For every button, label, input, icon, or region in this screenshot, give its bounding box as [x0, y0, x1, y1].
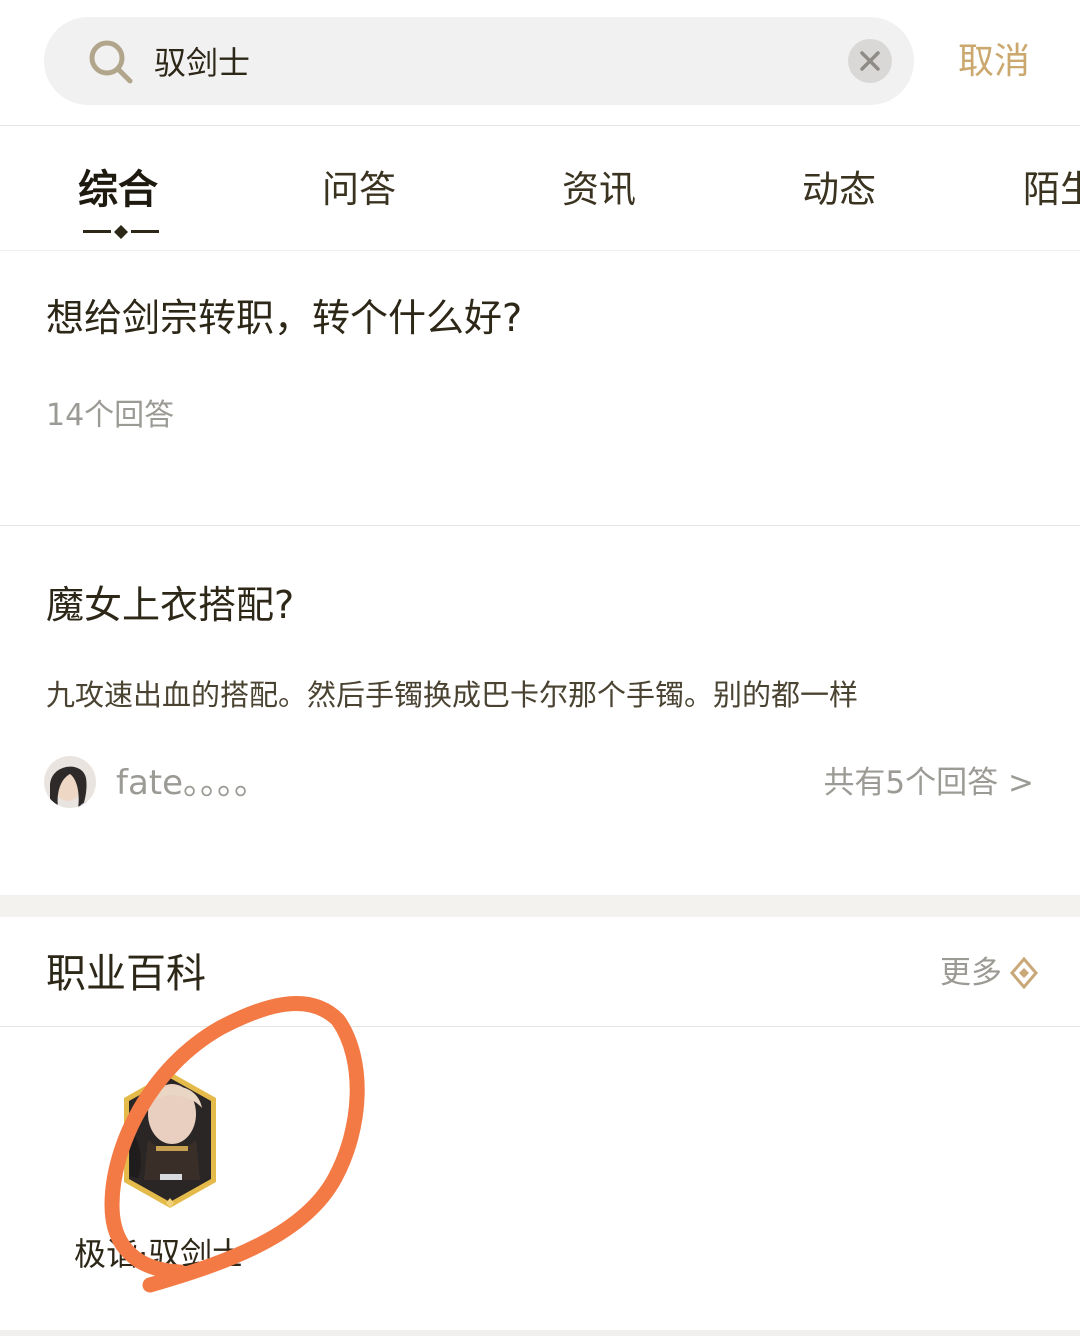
tab-strangers[interactable]: 陌生	[1023, 164, 1080, 216]
active-tab-indicator	[83, 225, 159, 239]
result-title[interactable]: 魔女上衣搭配?	[46, 577, 294, 633]
diamond-arrow-icon[interactable]	[1010, 956, 1038, 990]
answer-count: 14个回答	[46, 398, 175, 433]
search-input[interactable]	[154, 17, 834, 105]
bottom-rule	[0, 1330, 1080, 1336]
class-portrait	[124, 1072, 216, 1208]
search-box[interactable]	[44, 17, 914, 105]
close-icon[interactable]	[848, 39, 892, 83]
view-answers-link[interactable]: 共有5个回答 >	[823, 762, 1034, 804]
section-separator	[0, 895, 1080, 917]
tab-news[interactable]: 资讯	[562, 164, 636, 216]
class-card[interactable]: 极诣·驭剑士	[60, 1062, 280, 1292]
avatar[interactable]	[44, 756, 96, 808]
cancel-button[interactable]: 取消	[958, 36, 1038, 88]
more-button[interactable]: 更多	[940, 952, 1002, 994]
tab-all[interactable]: 综合	[78, 164, 158, 216]
tab-bar: 综合 问答 资讯 动态 陌生	[0, 126, 1080, 251]
answer-snippet[interactable]: 九攻速出血的搭配。然后手镯换成巴卡尔那个手镯。别的都一样	[46, 675, 858, 715]
search-bar: 取消	[0, 0, 1080, 126]
tab-qa[interactable]: 问答	[322, 164, 396, 216]
search-icon	[86, 37, 136, 87]
divider	[0, 1026, 1080, 1027]
tab-posts[interactable]: 动态	[802, 164, 876, 216]
class-name: 极诣·驭剑士	[74, 1235, 245, 1273]
result-title[interactable]: 想给剑宗转职，转个什么好?	[46, 290, 522, 346]
section-title: 职业百科	[46, 951, 206, 997]
author-name[interactable]: fate。。。。	[116, 760, 268, 806]
divider	[0, 525, 1080, 526]
